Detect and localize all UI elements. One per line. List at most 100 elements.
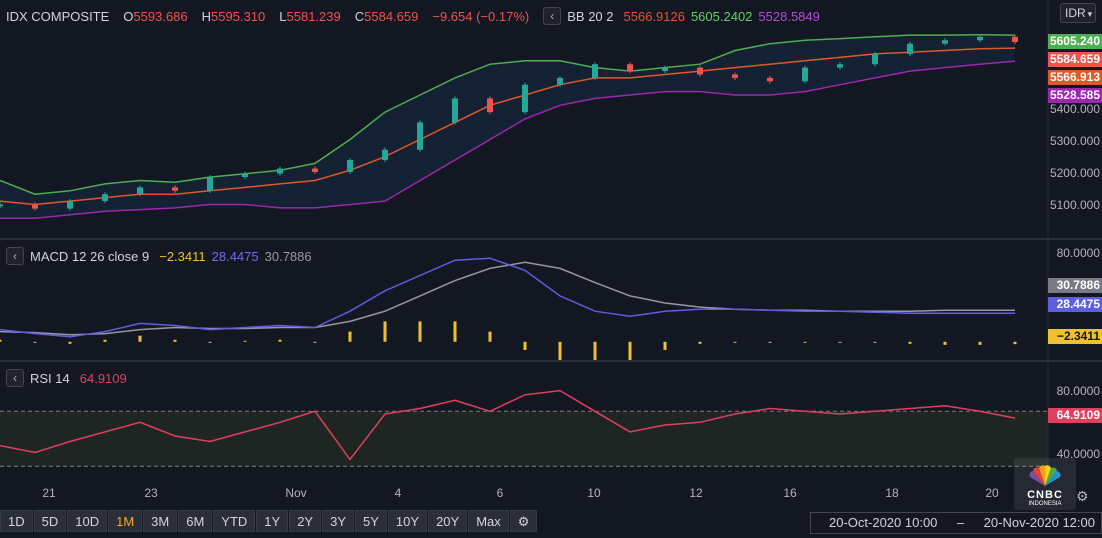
bb-lower-value: 5528.5849 bbox=[758, 8, 820, 24]
price-tick: 5100.000 bbox=[1049, 198, 1100, 212]
axis-box-bb-basis: 5566.913 bbox=[1048, 70, 1102, 85]
macd-hist-bar bbox=[978, 341, 982, 345]
close-label: C bbox=[354, 8, 365, 24]
time-tick: 6 bbox=[496, 486, 504, 500]
axis-box-macd-line: 28.4475 bbox=[1048, 297, 1102, 312]
candle-body bbox=[837, 64, 843, 68]
chevron-left-icon: ‹ bbox=[13, 249, 17, 263]
price-chart[interactable] bbox=[0, 0, 1102, 238]
candle-body bbox=[102, 194, 108, 202]
axis-settings-icon[interactable]: ⚙ bbox=[1076, 488, 1089, 505]
date-range[interactable]: 20-Oct-2020 10:00 – 20-Nov-2020 12:00 bbox=[810, 512, 1102, 534]
macd-hist-bar bbox=[138, 335, 142, 342]
high-label: H bbox=[201, 8, 212, 24]
collapse-rsi-button[interactable]: ‹ bbox=[6, 369, 24, 387]
time-axis[interactable]: 21 23 Nov 4 6 10 12 16 18 20 bbox=[0, 486, 1048, 506]
candle-body bbox=[347, 160, 353, 172]
collapse-macd-button[interactable]: ‹ bbox=[6, 247, 24, 265]
candle-body bbox=[802, 67, 808, 82]
range-button-10d[interactable]: 10D bbox=[67, 510, 108, 532]
time-tick: Nov bbox=[285, 486, 307, 500]
bb-upper-value: 5605.2402 bbox=[690, 8, 753, 24]
candle-body bbox=[662, 67, 668, 72]
rsi-legend: ‹ RSI 14 64.9109 bbox=[6, 369, 133, 387]
candle-body bbox=[32, 204, 38, 209]
time-tick: 18 bbox=[885, 486, 899, 500]
axis-box-macd-signal: 30.7886 bbox=[1048, 278, 1102, 293]
macd-line-value: 28.4475 bbox=[211, 248, 259, 264]
candle-body bbox=[697, 67, 703, 75]
macd-hist-bar bbox=[1013, 341, 1017, 345]
range-button-1y[interactable]: 1Y bbox=[256, 510, 289, 532]
time-tick: 16 bbox=[783, 486, 797, 500]
macd-hist-bar bbox=[943, 341, 947, 345]
price-tick: 5200.000 bbox=[1049, 166, 1100, 180]
range-button-5y[interactable]: 5Y bbox=[355, 510, 387, 532]
range-button-ytd[interactable]: YTD bbox=[213, 510, 256, 532]
macd-hist-value: −2.3411 bbox=[159, 248, 206, 264]
range-button-1m[interactable]: 1M bbox=[108, 510, 143, 532]
macd-hist-bar bbox=[68, 341, 72, 344]
bb-basis-value: 5566.9126 bbox=[623, 8, 685, 24]
range-button-max[interactable]: Max bbox=[468, 510, 509, 532]
price-pane[interactable]: IDX COMPOSITE O5593.686 H5595.310 L5581.… bbox=[0, 0, 1102, 238]
rsi-pane[interactable]: ‹ RSI 14 64.9109 80.0000 40.0000 64.9109 bbox=[0, 362, 1102, 484]
macd-hist-bar bbox=[173, 339, 177, 342]
axis-box-macd-hist: −2.3411 bbox=[1048, 329, 1102, 344]
candle-body bbox=[452, 98, 458, 123]
macd-hist-bar bbox=[873, 341, 877, 343]
range-button-2y[interactable]: 2Y bbox=[289, 510, 322, 532]
bb-label: BB 20 2 bbox=[567, 8, 614, 24]
price-tick: 5300.000 bbox=[1049, 134, 1100, 148]
candle-body bbox=[557, 77, 563, 85]
chevron-left-icon: ‹ bbox=[13, 371, 17, 385]
macd-signal-value: 30.7886 bbox=[264, 248, 312, 264]
range-button-3m[interactable]: 3M bbox=[143, 510, 178, 532]
range-button-3y[interactable]: 3Y bbox=[322, 510, 355, 532]
macd-hist-bar bbox=[523, 341, 527, 350]
low-label: L bbox=[279, 8, 287, 24]
macd-hist-bar bbox=[768, 341, 772, 343]
candle-body bbox=[0, 204, 3, 207]
macd-hist-bar bbox=[33, 341, 37, 343]
axis-box-bb-lower: 5528.585 bbox=[1048, 88, 1102, 103]
symbol-name: IDX COMPOSITE bbox=[6, 8, 110, 24]
candle-body bbox=[207, 177, 213, 191]
rsi-chart[interactable] bbox=[0, 362, 1102, 484]
macd-hist-bar bbox=[593, 341, 597, 360]
range-button-10y[interactable]: 10Y bbox=[387, 510, 428, 532]
macd-hist-bar bbox=[418, 321, 422, 342]
range-button-1d[interactable]: 1D bbox=[0, 510, 33, 532]
chevron-down-icon: ▾ bbox=[1087, 9, 1093, 19]
range-button-20y[interactable]: 20Y bbox=[428, 510, 468, 532]
time-tick: 21 bbox=[42, 486, 56, 500]
candle-body bbox=[522, 84, 528, 113]
candle-body bbox=[312, 168, 318, 172]
range-end: 20-Nov-2020 12:00 bbox=[983, 515, 1095, 530]
rsi-label: RSI 14 bbox=[30, 370, 70, 386]
macd-hist-bar bbox=[733, 341, 737, 343]
range-button-5d[interactable]: 5D bbox=[33, 510, 67, 532]
axis-box-rsi: 64.9109 bbox=[1048, 408, 1102, 423]
time-tick: 23 bbox=[144, 486, 158, 500]
macd-hist-bar bbox=[558, 341, 562, 360]
macd-hist-bar bbox=[838, 341, 842, 343]
axis-box-close: 5584.659 bbox=[1048, 52, 1102, 67]
macd-hist-bar bbox=[663, 341, 667, 350]
rsi-tick: 80.0000 bbox=[1056, 384, 1100, 398]
time-tick: 4 bbox=[394, 486, 402, 500]
currency-select[interactable]: IDR ▾ bbox=[1060, 3, 1096, 23]
candle-body bbox=[67, 201, 73, 209]
candle-body bbox=[592, 64, 598, 78]
candle-body bbox=[277, 168, 283, 174]
macd-hist-bar bbox=[628, 341, 632, 360]
macd-pane[interactable]: ‹ MACD 12 26 close 9 −2.3411 28.4475 30.… bbox=[0, 240, 1102, 360]
collapse-bb-button[interactable]: ‹ bbox=[543, 7, 562, 25]
settings-button[interactable]: ⚙ bbox=[509, 510, 538, 532]
time-tick: 20 bbox=[985, 486, 999, 500]
cnbc-logo: CNBC INDONESIA bbox=[1014, 458, 1076, 510]
macd-hist-bar bbox=[243, 340, 247, 342]
change-value: −9.654 (−0.17%) bbox=[432, 8, 530, 24]
range-button-6m[interactable]: 6M bbox=[178, 510, 213, 532]
candle-body bbox=[732, 74, 738, 78]
